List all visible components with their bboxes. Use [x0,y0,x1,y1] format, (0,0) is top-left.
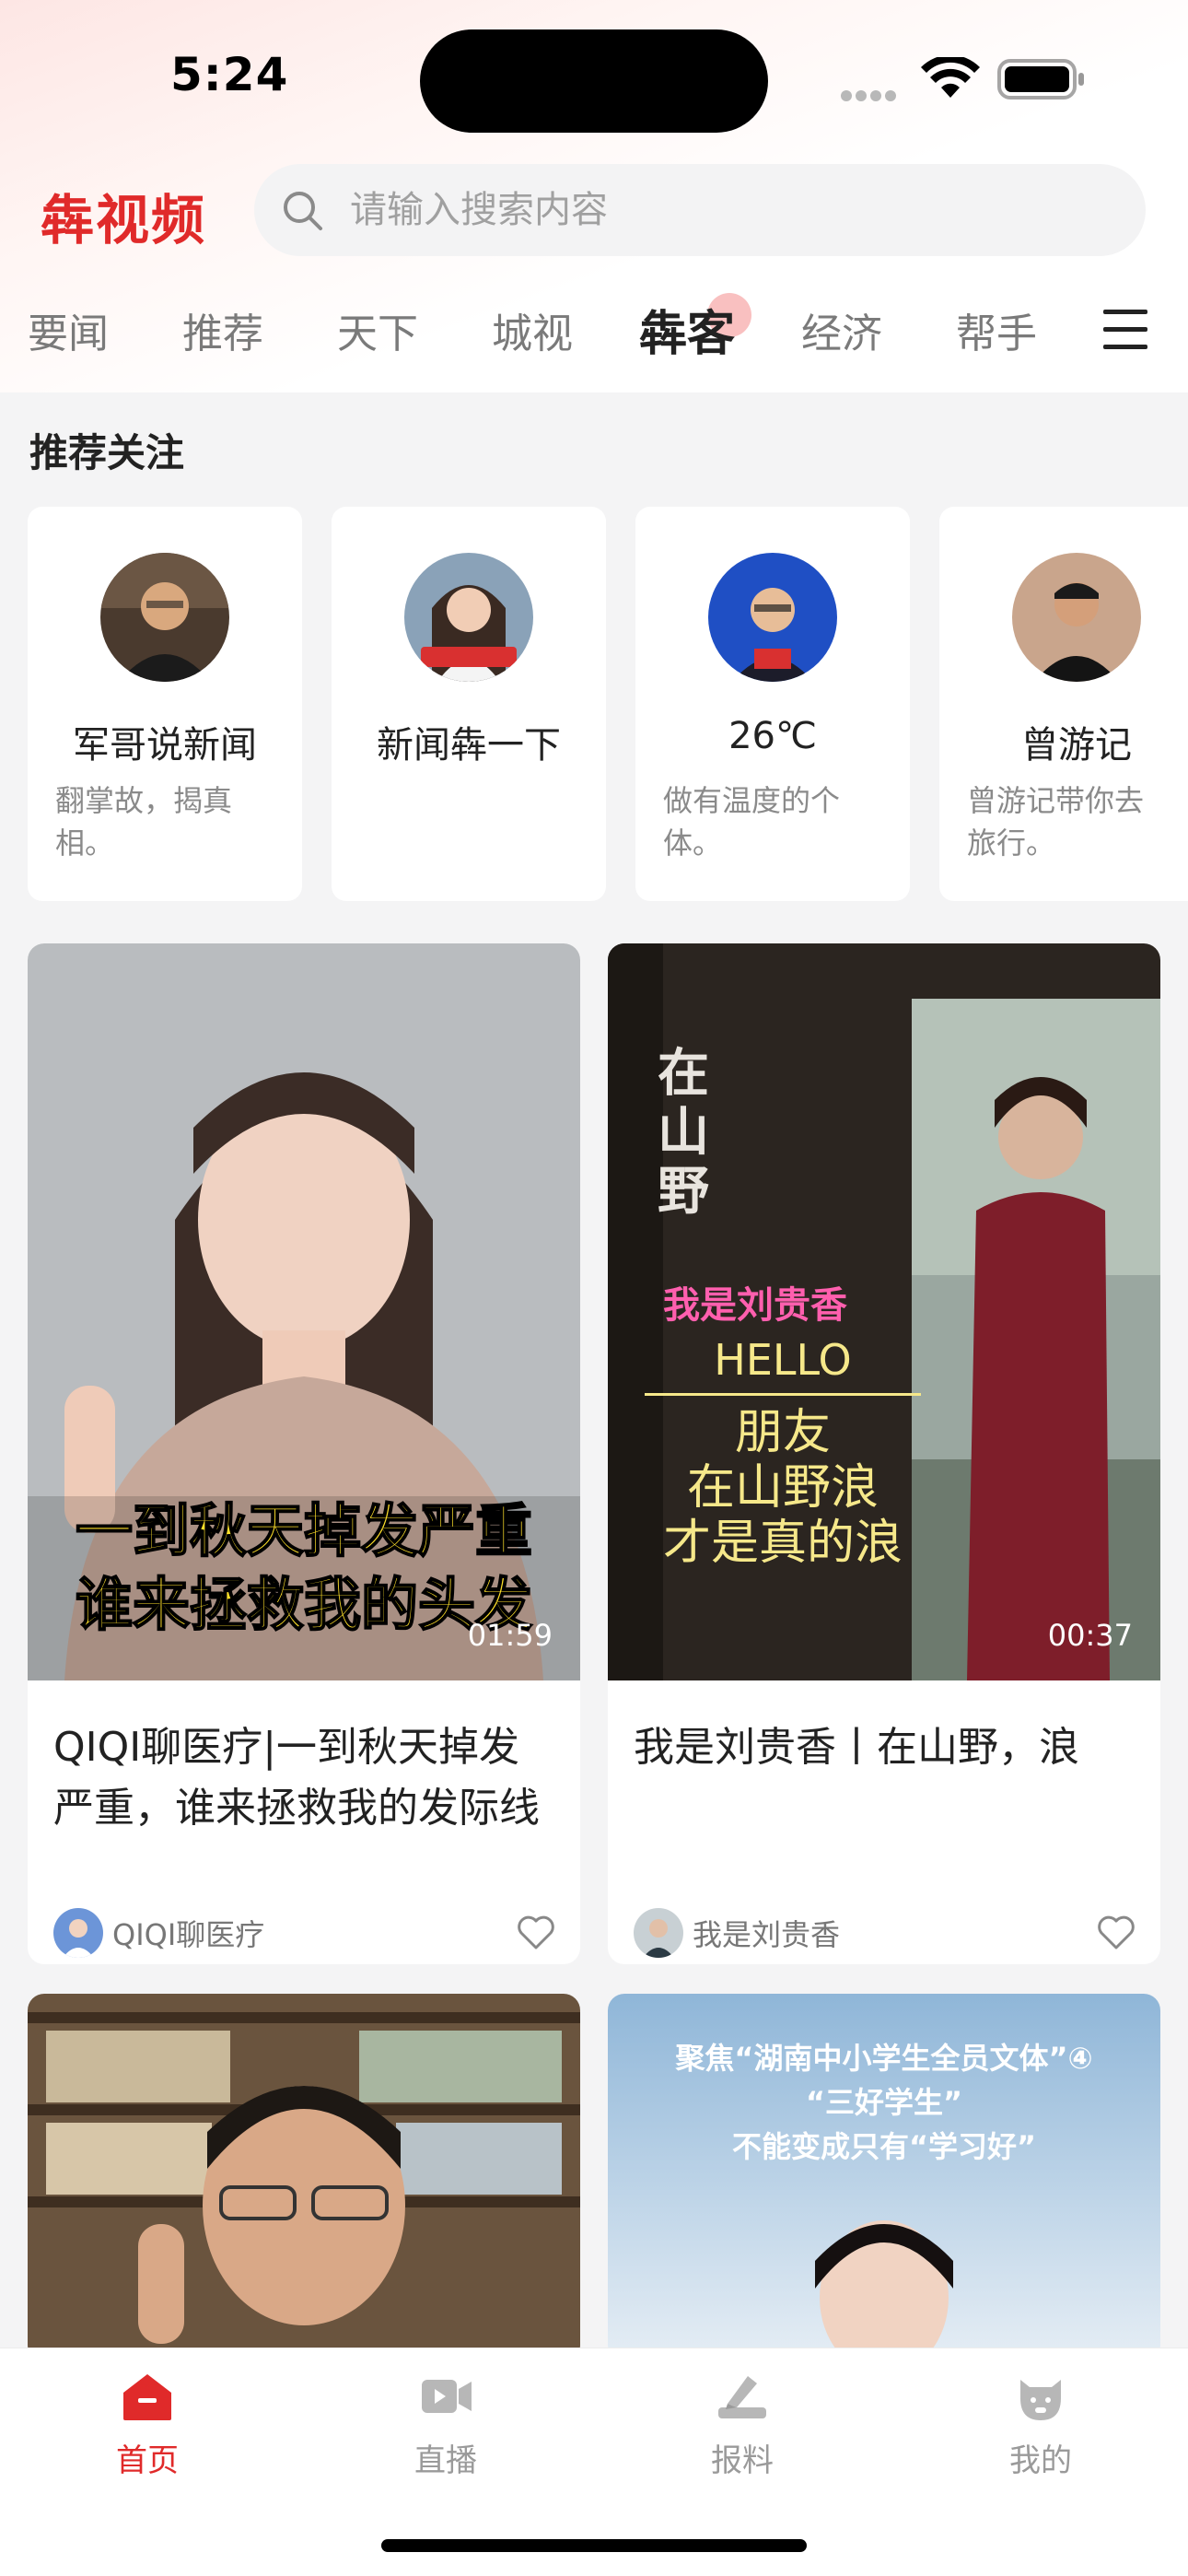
video-brand: 我是刘贵香 [663,1284,847,1327]
video-card[interactable]: 一到秋天掉发严重 谁来拯救我的头发 01:59 QIQI聊医疗|一到秋天掉发严重… [28,943,580,1964]
video-author[interactable]: QIQI聊医疗 [53,1907,264,1959]
tab-yaowen[interactable]: 要闻 [28,293,109,376]
video-thumbnail[interactable]: 在山野 我是刘贵香 HELLO 朋友 在山野浪 才是真的浪 00:37 [608,943,1160,1680]
author-avatar [53,1908,103,1958]
video-caption: 聚焦“湖南中小学生全员文体”④ “三好学生” 不能变成只有“学习好” [675,2041,1093,2164]
video-card[interactable]: 在山野 我是刘贵香 HELLO 朋友 在山野浪 才是真的浪 00:37 我是刘贵… [608,943,1160,1964]
report-icon [718,2376,766,2418]
search-bar[interactable] [254,164,1146,256]
avatar [1012,553,1141,682]
follow-name: 军哥说新闻 [73,724,257,767]
follow-name: 新闻犇一下 [377,724,561,767]
search-input[interactable] [350,164,1105,256]
signal-dots-icon [841,88,905,101]
follow-desc: 做有温度的个体。 [663,783,841,861]
follow-card[interactable]: 军哥说新闻 翻掌故，揭真相。 [28,507,302,901]
avatar [708,553,837,682]
nav-label: 我的 [1009,2442,1072,2479]
wifi-icon [921,57,980,98]
status-bar: 5:24 [0,0,1188,157]
avatar [404,553,533,682]
nav-profile[interactable]: 我的 [949,2371,1133,2480]
battery-icon [997,59,1084,100]
follow-name: 曾游记 [1021,724,1132,767]
profile-icon [1020,2380,1061,2420]
tab-jingji[interactable]: 经济 [801,293,882,376]
follow-card[interactable]: 曾游记 曾游记带你去旅行。 [939,507,1188,901]
tab-tuijian[interactable]: 推荐 [182,293,263,376]
tab-chengshi[interactable]: 城视 [492,293,573,376]
video-thumbnail[interactable] [28,1994,580,2362]
video-duration: 00:37 [1047,1618,1133,1653]
like-heart-icon[interactable] [516,1913,556,1953]
section-title: 推荐关注 [29,430,185,475]
follow-desc: 曾游记带你去旅行。 [967,783,1145,861]
video-card[interactable] [28,1994,580,2362]
home-indicator [381,2539,807,2552]
video-card[interactable]: 聚焦“湖南中小学生全员文体”④ “三好学生” 不能变成只有“学习好” [608,1994,1160,2362]
live-video-icon [422,2380,472,2413]
home-icon [123,2374,171,2420]
video-caption: HELLO 朋友 在山野浪 才是真的浪 [645,1332,921,1571]
nav-report[interactable]: 报料 [650,2371,834,2480]
sign-text: 在山野 [658,1044,709,1222]
like-heart-icon[interactable] [1096,1913,1136,1953]
nav-label: 直播 [414,2442,477,2479]
search-icon [284,192,322,230]
author-name: QIQI聊医疗 [112,1917,265,1952]
nav-label: 首页 [116,2442,179,2479]
follow-card[interactable]: 26℃ 做有温度的个体。 [635,507,910,901]
dynamic-island [420,29,768,133]
menu-icon[interactable] [1103,310,1147,350]
app-logo: 犇视频 [41,189,207,252]
video-thumbnail[interactable]: 一到秋天掉发严重 谁来拯救我的头发 01:59 [28,943,580,1680]
video-title[interactable]: 我是刘贵香丨在山野，浪 [634,1717,1138,1778]
nav-home[interactable]: 首页 [55,2371,239,2480]
tab-bangshou[interactable]: 帮手 [956,293,1037,376]
channel-tabs: 要闻 推荐 天下 城视 犇客 经济 帮手 [0,293,1188,385]
video-title[interactable]: QIQI聊医疗|一到秋天掉发严重，谁来拯救我的发际线 [53,1717,558,1839]
tab-tianxia[interactable]: 天下 [337,293,418,376]
nav-label: 报料 [711,2442,774,2479]
follow-desc: 翻掌故，揭真相。 [55,783,233,861]
video-duration: 01:59 [467,1618,553,1653]
video-author[interactable]: 我是刘贵香 [634,1907,840,1959]
tab-benke[interactable]: 犇客 [639,293,735,376]
author-avatar [634,1908,683,1958]
follow-name: 26℃ [728,715,817,757]
avatar [100,553,229,682]
author-name: 我是刘贵香 [693,1917,841,1952]
status-time: 5:24 [170,48,289,101]
nav-live[interactable]: 直播 [354,2371,538,2480]
follow-card[interactable]: 新闻犇一下 [332,507,606,901]
video-thumbnail[interactable]: 聚焦“湖南中小学生全员文体”④ “三好学生” 不能变成只有“学习好” [608,1994,1160,2362]
